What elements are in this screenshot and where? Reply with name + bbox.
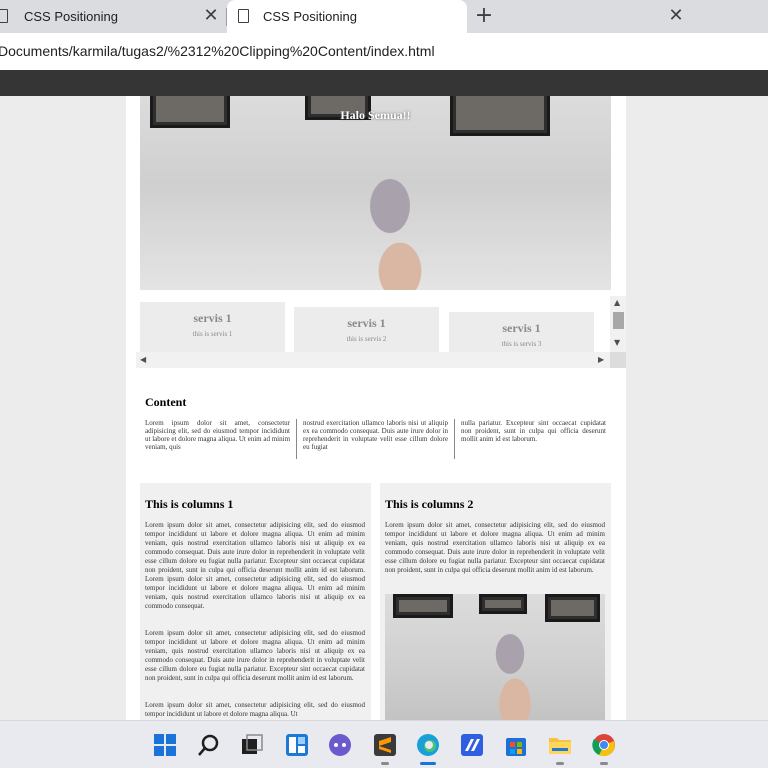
services-scroll-area[interactable]: servis 1 this is servis 1 servis 1 this …: [136, 296, 626, 370]
picture-frame: [393, 594, 453, 618]
sublime-text-icon[interactable]: [373, 733, 397, 757]
taskbar: [0, 720, 768, 768]
column-1-paragraph: Lorem ipsum dolor sit amet, consectetur …: [145, 629, 365, 682]
file-explorer-icon[interactable]: [548, 733, 572, 757]
column-1-box: This is columns 1 Lorem ipsum dolor sit …: [140, 483, 371, 720]
service-subtitle: this is servis 2: [346, 335, 387, 343]
url-text[interactable]: Documents/karmila/tugas2/%2312%20Clippin…: [0, 43, 435, 59]
new-tab-button[interactable]: +: [473, 5, 495, 27]
running-indicator: [381, 762, 389, 765]
column-2-photo: [385, 594, 605, 720]
search-icon[interactable]: [197, 733, 221, 757]
column-1-title: This is columns 1: [145, 497, 234, 511]
picture-frame: [545, 594, 600, 622]
hero-photo: [140, 96, 611, 290]
service-title: servis 1: [347, 316, 386, 330]
service-title: servis 1: [193, 311, 232, 325]
vertical-scrollbar[interactable]: ▲ ▼: [610, 296, 626, 352]
chat-icon[interactable]: [328, 733, 352, 757]
windows-start-icon[interactable]: [153, 733, 177, 757]
microsoft-store-icon[interactable]: [504, 733, 528, 757]
scroll-up-icon[interactable]: ▲: [614, 298, 620, 307]
visual-studio-icon[interactable]: [460, 733, 484, 757]
service-title: servis 1: [502, 321, 541, 335]
column-1-paragraph: Lorem ipsum dolor sit amet, consectetur …: [145, 521, 365, 610]
running-indicator: [600, 762, 608, 765]
hero-title: Halo Semua!!: [340, 108, 411, 122]
tab-title: CSS Positioning: [263, 9, 357, 24]
hero-banner: Halo Semua!!: [140, 96, 611, 290]
running-indicator: [556, 762, 564, 765]
vertical-scroll-thumb[interactable]: [613, 312, 624, 329]
address-bar[interactable]: Documents/karmila/tugas2/%2312%20Clippin…: [0, 33, 768, 70]
browser-tab-2[interactable]: CSS Positioning ✕: [227, 0, 684, 33]
content-heading: Content: [145, 395, 187, 409]
chrome-icon[interactable]: [592, 733, 616, 757]
scroll-left-icon[interactable]: ◀: [140, 355, 146, 364]
close-icon[interactable]: ✕: [202, 7, 220, 25]
scrollbar-corner: [610, 352, 626, 368]
service-subtitle: this is servis 1: [192, 330, 233, 338]
active-indicator: [420, 762, 436, 765]
column-2-title: This is columns 2: [385, 497, 474, 511]
task-view-icon[interactable]: [240, 733, 264, 757]
document-icon: [238, 9, 249, 23]
picture-frame: [479, 594, 527, 614]
column-2-box: This is columns 2 Lorem ipsum dolor sit …: [380, 483, 611, 720]
column-2-paragraph: Lorem ipsum dolor sit amet, consectetur …: [385, 521, 605, 574]
scroll-down-icon[interactable]: ▼: [614, 338, 620, 347]
service-card: servis 1 this is servis 2: [294, 307, 439, 352]
scroll-right-icon[interactable]: ▶: [598, 355, 604, 364]
browser-tab-bar: CSS Positioning ✕ CSS Positioning ✕ +: [0, 0, 768, 33]
service-card: servis 1 this is servis 1: [140, 302, 285, 352]
content-column-text: nulla pariatur. Excepteur sint occaecat …: [454, 419, 606, 459]
column-1-paragraph: Lorem ipsum dolor sit amet, consectetur …: [145, 701, 365, 718]
service-card: servis 1 this is servis 3: [449, 312, 594, 352]
page-container: Halo Semua!! servis 1 this is servis 1 s…: [126, 96, 626, 720]
service-subtitle: this is servis 3: [501, 340, 542, 348]
horizontal-scrollbar[interactable]: ◀ ▶: [136, 352, 610, 368]
edge-icon[interactable]: [416, 733, 440, 757]
horizontal-scroll-thumb[interactable]: [150, 356, 590, 365]
document-icon: [0, 9, 8, 23]
content-multicolumn: Lorem ipsum dolor sit amet, consectetur …: [145, 419, 606, 459]
page-header-strip: [0, 70, 768, 96]
content-column-text: Lorem ipsum dolor sit amet, consectetur …: [145, 419, 291, 451]
tab-title: CSS Positioning: [24, 9, 118, 24]
close-icon[interactable]: ✕: [667, 7, 685, 25]
widgets-icon[interactable]: [285, 733, 309, 757]
content-column-text: nostrud exercitation ullamco laboris nis…: [296, 419, 454, 459]
browser-tab-1[interactable]: CSS Positioning ✕: [0, 0, 226, 33]
